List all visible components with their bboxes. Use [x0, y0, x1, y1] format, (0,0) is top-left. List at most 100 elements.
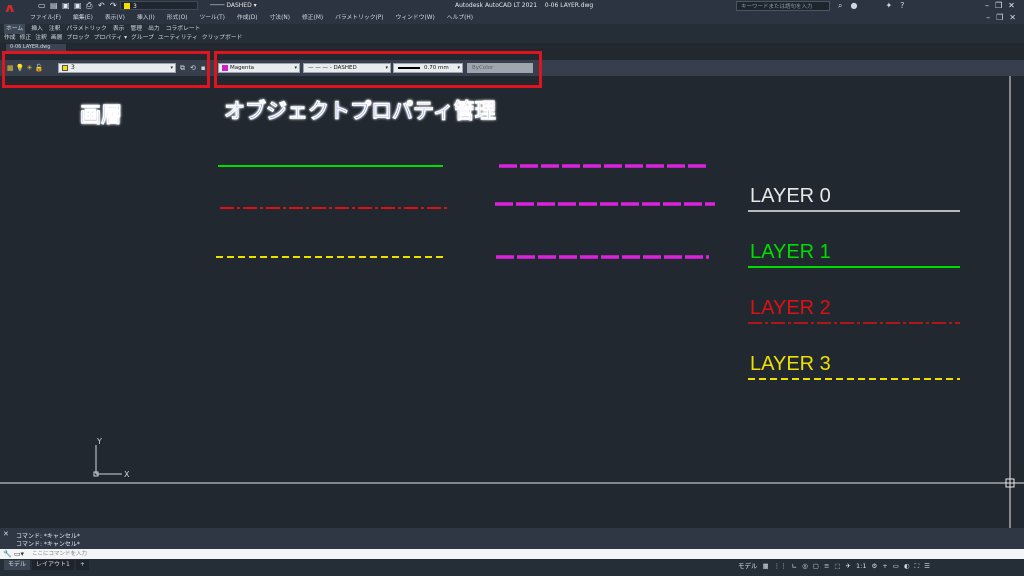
layer-color-swatch — [124, 3, 130, 9]
undo-icon[interactable]: ↶ — [98, 1, 107, 10]
ucs-icon: Y X — [93, 437, 130, 479]
search-input[interactable]: キーワードまたは語句を入力 — [736, 1, 830, 11]
ribbon-panel[interactable]: ブロック — [66, 34, 89, 43]
exchange-icon[interactable]: ✦ — [885, 0, 892, 12]
ortho-icon[interactable]: ∟ — [792, 561, 797, 571]
fullscreen-icon[interactable]: ⛶ — [915, 561, 920, 571]
monitor-icon[interactable]: ▭ — [893, 561, 899, 571]
isolate-icon[interactable]: ◐ — [904, 561, 910, 571]
menu-item[interactable]: ファイル(F) — [30, 12, 61, 24]
restore-icon[interactable]: ❐ — [995, 0, 1002, 12]
ribbon-tab[interactable]: 挿入 — [31, 24, 43, 34]
ribbon-tab[interactable]: 表示 — [113, 24, 125, 34]
user-icon[interactable]: ● — [850, 0, 857, 12]
new-file-icon[interactable]: ▭ — [38, 1, 47, 10]
annotation-icon[interactable]: ✈ — [846, 561, 851, 571]
quick-layer-value: 3 — [133, 3, 137, 10]
wrench-icon[interactable]: 🔧 ▭▾ — [3, 549, 24, 559]
ribbon-panel[interactable]: 画層 — [51, 34, 63, 43]
redo-icon[interactable]: ↷ — [110, 1, 119, 10]
status-toggles: モデル ▦ ⋮⋮ ∟ ◎ ▢ ≡ ⬚ ✈ 1:1 ⚙ + ▭ ◐ ⛶ ☰ — [738, 561, 930, 571]
file-tab[interactable]: 0-06 LAYER.dwg — [6, 44, 66, 51]
scale-value[interactable]: 1:1 — [856, 561, 866, 571]
open-folder-icon[interactable]: ▤ — [50, 1, 59, 10]
document-window-controls: – ❐ ✕ — [986, 12, 1016, 24]
ribbon-panel[interactable]: 作成 — [4, 34, 16, 43]
quick-linetype-dropdown[interactable]: ──── DASHED ▾ — [210, 1, 282, 10]
ribbon-tab[interactable]: 出力 — [148, 24, 160, 34]
command-placeholder: ここにコマンドを入力 — [32, 551, 88, 557]
menu-item[interactable]: 編集(E) — [73, 12, 93, 24]
legend-label-layer2: LAYER 2 — [750, 297, 831, 319]
ribbon-tab[interactable]: 管理 — [130, 24, 142, 34]
polar-icon[interactable]: ◎ — [802, 561, 808, 571]
crosshair-cursor — [0, 76, 1024, 528]
menu-item[interactable]: 挿入(I) — [137, 12, 155, 24]
ribbon-panel[interactable]: クリップボード — [202, 34, 243, 43]
ribbon-panels: 作成 修正 注釈 画層 ブロック プロパティ ▾ グループ ユーティリティ クリップボード — [0, 34, 1024, 43]
menu-item[interactable]: 作成(D) — [237, 12, 258, 24]
quick-linetype-value: DASHED — [226, 2, 252, 9]
command-input[interactable]: 🔧 ▭▾ ここにコマンドを入力 — [0, 549, 1024, 559]
layout-tab[interactable]: レイアウト1 — [32, 560, 74, 570]
ribbon-panel[interactable]: 修正 — [20, 34, 32, 43]
legend-label-layer1: LAYER 1 — [750, 241, 831, 263]
layer-legend: LAYER 0 LAYER 1 LAYER 2 LAYER 3 — [748, 185, 960, 380]
window-title: Autodesk AutoCAD LT 2021 0-06 LAYER.dwg — [455, 1, 593, 10]
quick-access-toolbar: ▭ ▤ ▣ ▣ ⎙ ↶ ↷ — [38, 1, 119, 10]
menu-item[interactable]: 寸法(N) — [270, 12, 290, 24]
command-history: ✕ コマンド: *キャンセル* コマンド: *キャンセル* — [0, 528, 1024, 549]
save-as-icon[interactable]: ▣ — [74, 1, 83, 10]
menu-bar: ファイル(F) 編集(E) 表示(V) 挿入(I) 形式(O) ツール(T) 作成(D) 寸法… — [0, 12, 1024, 24]
layout-tab[interactable]: + — [75, 560, 89, 570]
lineweight-icon[interactable]: ≡ — [824, 561, 829, 571]
doc-close-icon[interactable]: ✕ — [1009, 12, 1016, 24]
snap-icon[interactable]: ⋮⋮ — [774, 561, 787, 571]
minimize-icon[interactable]: – — [985, 0, 989, 12]
menu-item[interactable]: 表示(V) — [105, 12, 125, 24]
drawing-canvas[interactable]: LAYER 0 LAYER 1 LAYER 2 LAYER 3 Y X — [0, 76, 1024, 528]
model-space-label[interactable]: モデル — [738, 561, 758, 571]
legend-label-layer3: LAYER 3 — [750, 353, 831, 375]
help-icon[interactable]: ? — [900, 0, 904, 12]
ribbon-panel[interactable]: プロパティ ▾ — [94, 34, 127, 43]
ribbon-tab[interactable]: 注釈 — [49, 24, 61, 34]
legend-label-layer0: LAYER 0 — [750, 185, 831, 207]
ribbon-panel[interactable]: ユーティリティ — [158, 34, 198, 43]
close-icon[interactable]: ✕ — [1008, 0, 1015, 12]
menu-item[interactable]: ヘルプ(H) — [447, 12, 473, 24]
selection-icon[interactable]: ⬚ — [834, 561, 840, 571]
ribbon-tab[interactable]: コラボレート — [166, 24, 201, 34]
layout-tab[interactable]: モデル — [4, 560, 31, 570]
ribbon-panel[interactable]: 注釈 — [35, 34, 47, 43]
app-title: Autodesk AutoCAD LT 2021 — [455, 2, 538, 9]
menu-item[interactable]: 修正(M) — [302, 12, 323, 24]
ribbon-panel[interactable]: グループ — [131, 34, 154, 43]
window-controls: – ❐ ✕ — [985, 0, 1015, 12]
file-name: 0-06 LAYER.dwg — [544, 2, 594, 9]
plus-icon[interactable]: + — [882, 561, 887, 571]
print-icon[interactable]: ⎙ — [86, 1, 95, 10]
ribbon-tab[interactable]: パラメトリック — [66, 24, 106, 34]
titlebar-tools: ⌕ ● ✦ ? — [838, 0, 904, 12]
ucs-y-label: Y — [96, 437, 102, 446]
binoculars-icon[interactable]: ⌕ — [838, 0, 842, 12]
status-bar: モデル レイアウト1 + モデル ▦ ⋮⋮ ∟ ◎ ▢ ≡ ⬚ ✈ 1:1 ⚙ + … — [0, 559, 1024, 576]
grid-icon[interactable]: ▦ — [763, 561, 769, 571]
ucs-x-label: X — [124, 470, 130, 479]
menu-icon[interactable]: ☰ — [924, 561, 930, 571]
gear-icon[interactable]: ⚙ — [871, 561, 877, 571]
menu-item[interactable]: 形式(O) — [167, 12, 188, 24]
menu-item[interactable]: ウィンドウ(W) — [396, 12, 435, 24]
drawing-lines — [216, 164, 715, 259]
command-history-line: コマンド: *キャンセル* — [16, 541, 80, 548]
menu-item[interactable]: ツール(T) — [199, 12, 224, 24]
osnap-icon[interactable]: ▢ — [813, 561, 819, 571]
menu-item[interactable]: パラメトリック(P) — [335, 12, 383, 24]
ribbon-tab[interactable]: ホーム — [4, 24, 26, 34]
save-icon[interactable]: ▣ — [62, 1, 71, 10]
doc-minimize-icon[interactable]: – — [986, 12, 990, 24]
quick-layer-dropdown[interactable]: 3 — [120, 1, 198, 10]
command-close-icon[interactable]: ✕ — [3, 530, 9, 538]
doc-restore-icon[interactable]: ❐ — [996, 12, 1003, 24]
